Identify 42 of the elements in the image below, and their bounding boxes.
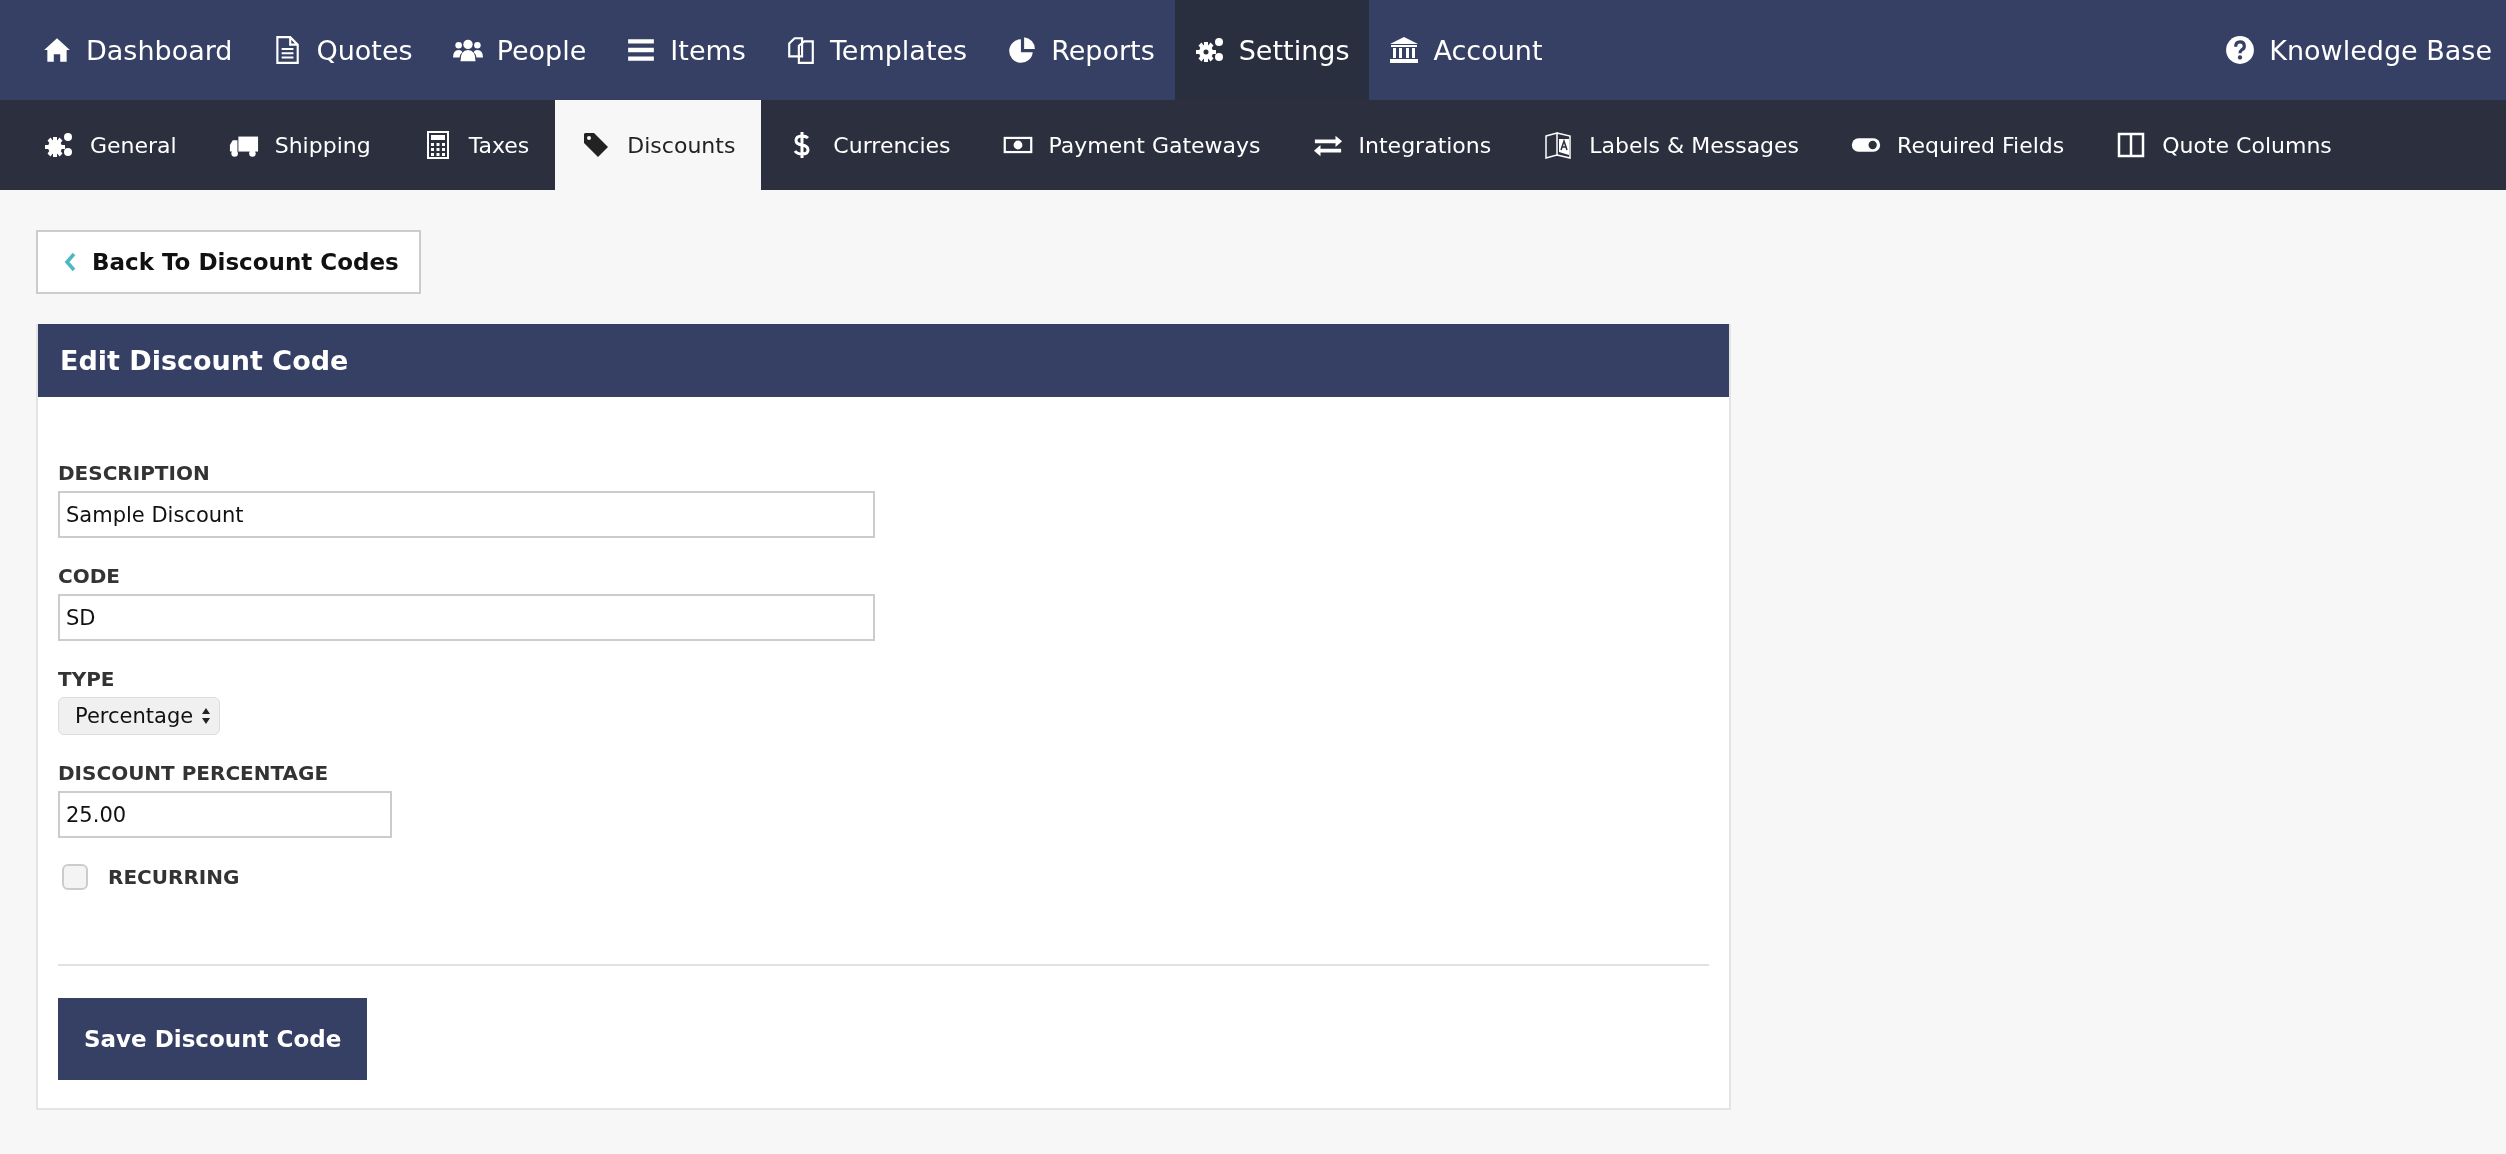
type-dropdown[interactable]: Percentage	[58, 697, 221, 735]
field-label: DESCRIPTION	[58, 461, 210, 485]
knowledge-base-link[interactable]: Knowledge Base	[2205, 0, 2506, 100]
subnav-tab[interactable]: Taxes	[396, 100, 556, 190]
gears-icon	[1194, 35, 1225, 65]
subnav-tab[interactable]: Discounts	[555, 100, 762, 190]
nav-tab[interactable]: Account	[1369, 0, 1563, 100]
help-icon	[2225, 35, 2256, 65]
subnav-tab[interactable]: Shipping	[202, 100, 397, 190]
pie-chart-icon	[1007, 35, 1038, 65]
subnav-tab[interactable]: General	[18, 100, 203, 190]
nav-tab[interactable]: Quotes	[252, 0, 433, 100]
subnav-tab[interactable]: Labels & Messages	[1517, 100, 1826, 190]
chevron-left-icon	[64, 252, 76, 272]
nav-tab[interactable]: People	[432, 0, 607, 100]
nav-tab[interactable]: Items	[606, 0, 766, 100]
text-field[interactable]: Sample Discount	[58, 491, 875, 538]
bank-icon	[1389, 35, 1420, 65]
updown-caret-icon	[201, 707, 212, 725]
columns-icon	[2116, 131, 2147, 159]
field-label: CODE	[58, 564, 120, 588]
nav-tab[interactable]: Reports	[987, 0, 1175, 100]
subnav-tab[interactable]: Quote Columns	[2090, 100, 2358, 190]
subnav-tab[interactable]: Currencies	[761, 100, 977, 190]
subnav-tab[interactable]: Payment Gateways	[976, 100, 1287, 190]
back-button[interactable]: Back To Discount Codes	[36, 230, 421, 294]
gears-icon	[44, 131, 74, 159]
text-field[interactable]: 25.00	[58, 791, 392, 838]
save-button[interactable]: Save Discount Code	[58, 998, 368, 1080]
subnav-tab[interactable]: Integrations	[1286, 100, 1518, 190]
copy-icon	[785, 35, 816, 65]
text-field[interactable]: SD	[58, 594, 875, 641]
checkbox[interactable]	[62, 864, 88, 890]
panel-title: Edit Discount Code	[38, 324, 1729, 397]
nav-tab[interactable]: Dashboard	[22, 0, 253, 100]
translate-icon	[1543, 131, 1574, 159]
field-label: DISCOUNT PERCENTAGE	[58, 761, 329, 785]
nav-tab[interactable]: Templates	[765, 0, 988, 100]
nav-tab[interactable]: Settings	[1174, 0, 1370, 100]
subnav-tab[interactable]: Required Fields	[1825, 100, 2091, 190]
field-label: TYPE	[58, 667, 115, 691]
checkbox-label: RECURRING	[108, 865, 240, 889]
